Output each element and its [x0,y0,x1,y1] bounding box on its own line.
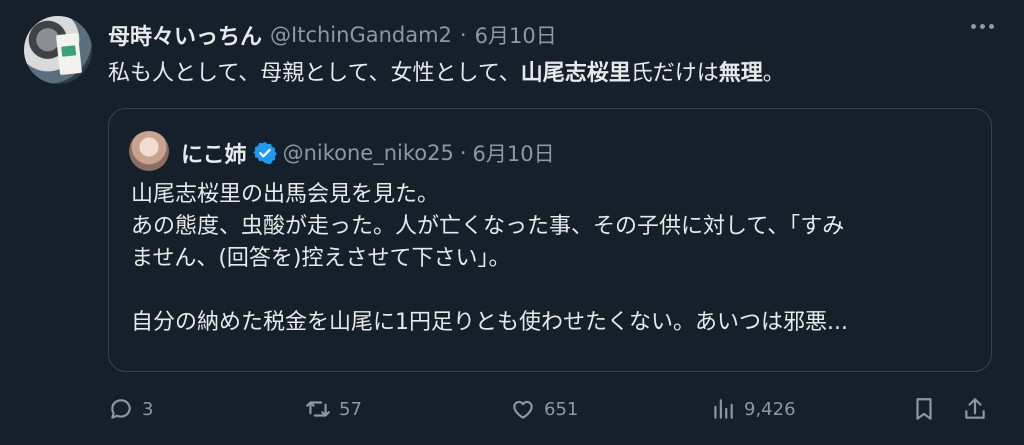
author-name[interactable]: 母時々いっちん [108,19,262,51]
separator-dot: · [459,141,467,165]
tweet-text-part: 。 [762,61,785,86]
views-count: 9,426 [744,398,796,420]
reply-icon [111,399,131,419]
views-button[interactable]: 9,426 [710,396,796,422]
tweet-header: 母時々いっちん @ItchinGandam2 · 6月10日 [108,20,557,50]
tweet-text-part: 私も人として、母親として、女性として、 [108,61,521,86]
verified-badge-icon [252,142,277,165]
tweet-date[interactable]: 6月10日 [475,20,557,50]
quoted-tweet[interactable]: にこ姉 @nikone_niko25 · 6月10日 山尾志桜里の出馬会見を見た… [108,108,992,372]
quoted-author-avatar [129,131,169,171]
quoted-text-line [131,275,991,307]
bookmark-icon [916,398,932,420]
action-bar: 3 57 651 9,426 [0,388,1024,432]
quoted-author-handle: @nikone_niko25 [282,141,454,165]
tweet-text-part: 氏だけは [630,61,719,86]
quoted-text-line: ません、(回答を)控えさせて下さい」。 [131,246,511,271]
retweet-button[interactable]: 57 [305,396,362,422]
author-handle[interactable]: @ItchinGandam2 [270,23,452,47]
quoted-text-line: あの態度、虫酸が走った。人が亡くなった事、その子供に対して、「すみ [131,214,845,239]
quoted-text-line: 自分の納めた税金を山尾に1円足りとも使わせたくない。あいつは邪悪... [131,310,848,335]
share-button[interactable] [962,396,988,422]
retweet-count: 57 [339,398,362,420]
retweet-icon [306,401,330,417]
like-icon [513,400,533,419]
share-icon [965,398,985,419]
like-count: 651 [544,398,579,420]
tweet-text: 私も人として、母親として、女性として、山尾志桜里氏だけは無理。 [108,58,785,90]
reply-button[interactable]: 3 [108,396,153,422]
like-button[interactable]: 651 [510,396,578,422]
reply-count: 3 [142,398,154,420]
quoted-tweet-text: 山尾志桜里の出馬会見を見た。 あの態度、虫酸が走った。人が亡くなった事、その子供… [131,179,991,339]
quoted-author-name: にこ姉 [181,143,247,168]
quoted-tweet-date: 6月10日 [472,142,555,166]
author-avatar[interactable] [24,16,92,84]
tweet-text-bold-word: 無理 [718,61,763,86]
more-icon[interactable] [971,24,994,29]
bookmark-button[interactable] [911,396,937,422]
avatar-photo-detail [55,32,83,76]
quoted-text-line: 山尾志桜里の出馬会見を見た。 [131,182,440,207]
views-icon [714,399,733,419]
tweet-text-bold-name: 山尾志桜里 [520,61,631,86]
tweet[interactable]: 母時々いっちん @ItchinGandam2 · 6月10日 私も人として、母親… [0,0,1024,445]
separator-dot: · [459,23,467,47]
quoted-tweet-header: にこ姉 @nikone_niko25 · 6月10日 [181,137,555,169]
